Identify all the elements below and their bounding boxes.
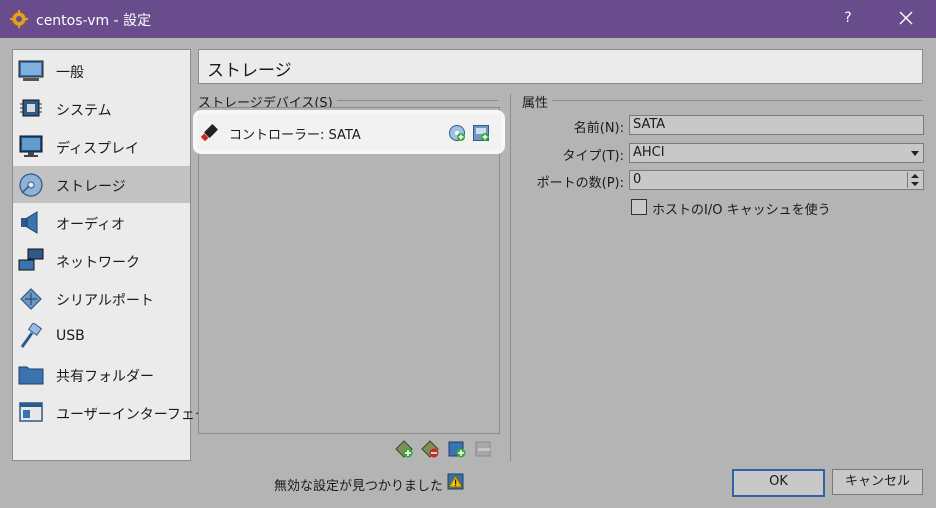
name-input[interactable]: SATA: [629, 115, 924, 135]
network-icon: [18, 248, 44, 271]
port-count-label: ポートの数(P):: [536, 176, 624, 191]
type-select-value: AHCI: [633, 145, 665, 160]
sidebar-item-general[interactable]: 一般: [13, 52, 190, 89]
invalid-settings-message: 無効な設定が見つかりました: [274, 479, 444, 494]
sidebar-item-audio[interactable]: オーディオ: [13, 204, 190, 241]
add-optical-drive-icon[interactable]: [448, 124, 466, 142]
window-title: centos-vm - 設定: [36, 13, 152, 29]
title-bar: centos-vm - 設定 ?: [0, 0, 936, 38]
cancel-button[interactable]: キャンセル: [832, 469, 923, 495]
usb-icon: [20, 323, 43, 348]
spin-down-icon[interactable]: [911, 182, 919, 186]
page-header: ストレージ: [198, 49, 923, 84]
name-label: 名前(N):: [573, 121, 624, 136]
sidebar-item-network[interactable]: ネットワーク: [13, 242, 190, 279]
chevron-down-icon: [911, 151, 919, 156]
port-count-spinbox[interactable]: 0: [629, 170, 924, 190]
system-icon: [20, 99, 42, 117]
help-button[interactable]: ?: [836, 6, 860, 30]
spin-up-icon[interactable]: [911, 174, 919, 178]
user-interface-icon: [19, 402, 43, 422]
general-icon: [18, 60, 44, 81]
attributes-label: 属性: [522, 92, 553, 111]
add-hard-disk-icon[interactable]: [472, 124, 490, 142]
serial-port-icon: [20, 288, 42, 310]
controller-label: コントローラー: SATA: [229, 128, 361, 143]
controller-icon: [201, 124, 218, 142]
sidebar-item-user-interface[interactable]: ユーザーインターフェース: [13, 394, 222, 431]
sidebar-item-system[interactable]: システム: [13, 90, 190, 127]
port-count-value: 0: [633, 172, 642, 187]
host-io-cache-label: ホストのI/O キャッシュを使う: [652, 203, 831, 218]
page-title: ストレージ: [207, 61, 292, 81]
storage-tree[interactable]: コントローラー: SATA: [197, 107, 501, 434]
sidebar-item-display[interactable]: ディスプレイ: [13, 128, 190, 165]
add-controller-icon[interactable]: [394, 439, 414, 459]
sidebar-item-serial-port[interactable]: シリアルポート: [13, 280, 190, 317]
type-select[interactable]: AHCI: [629, 143, 924, 163]
attributes-divider: [522, 100, 922, 101]
display-icon: [19, 135, 43, 157]
warning-icon[interactable]: [447, 473, 464, 490]
settings-sidebar: 一般 システム ディスプレイ ストレージ オーディオ ネットワーク シリアルポー…: [12, 49, 222, 461]
add-attachment-icon[interactable]: [447, 439, 467, 459]
ok-button[interactable]: OK: [732, 469, 825, 497]
spin-buttons[interactable]: [907, 172, 922, 188]
sidebar-item-storage[interactable]: ストレージ: [13, 166, 190, 203]
sidebar-item-usb[interactable]: USB: [13, 318, 190, 355]
remove-attachment-icon[interactable]: [474, 439, 494, 459]
tree-item-sata-controller[interactable]: コントローラー: SATA: [197, 114, 501, 150]
type-label: タイプ(T):: [562, 149, 624, 164]
close-icon[interactable]: [894, 6, 918, 30]
host-io-cache-checkbox[interactable]: [631, 199, 647, 215]
storage-icon: [19, 173, 43, 197]
remove-controller-icon[interactable]: [420, 439, 440, 459]
panel-separator: [510, 94, 511, 461]
shared-folder-icon: [18, 366, 44, 385]
audio-icon: [21, 211, 38, 234]
virtualbox-gear-icon: [10, 10, 28, 28]
sidebar-item-shared-folder[interactable]: 共有フォルダー: [13, 356, 190, 393]
